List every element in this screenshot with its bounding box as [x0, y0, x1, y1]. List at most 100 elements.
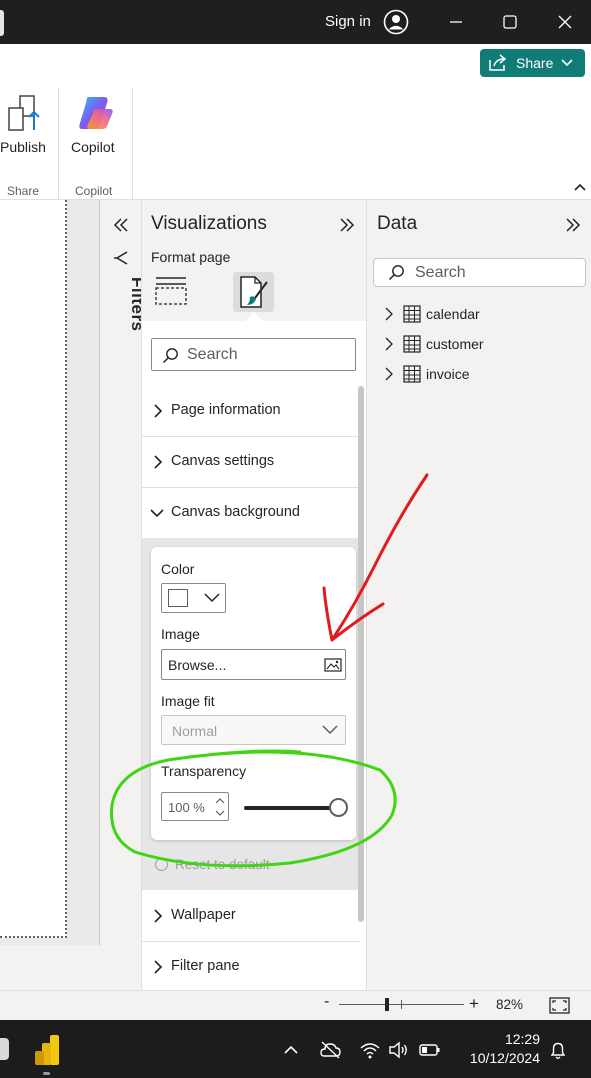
filter-icon: [114, 251, 128, 265]
section-label: Canvas settings: [171, 453, 275, 469]
minimize-icon[interactable]: [441, 8, 471, 36]
format-search-input[interactable]: Search: [151, 338, 356, 371]
copilot-group-label: Copilot: [75, 184, 113, 198]
chevron-right-icon[interactable]: [384, 307, 394, 321]
section-label: Filter pane: [171, 958, 240, 974]
section-filter-pane[interactable]: Filter pane: [142, 942, 360, 993]
table-name: customer: [426, 336, 484, 352]
chevron-up-icon[interactable]: [573, 181, 587, 193]
battery-icon[interactable]: [419, 1040, 441, 1060]
zoom-in-button[interactable]: +: [469, 994, 479, 1014]
share-button[interactable]: Share: [480, 49, 585, 77]
search-placeholder: Search: [415, 264, 466, 281]
table-icon: [403, 365, 421, 383]
expand-filters-icon[interactable]: [112, 216, 130, 234]
section-label: Wallpaper: [171, 907, 236, 923]
section-wallpaper[interactable]: Wallpaper: [142, 891, 360, 942]
paintbrush-page-icon: [240, 276, 268, 308]
app-tab-edge: [0, 10, 4, 36]
taskbar-app-edge[interactable]: [0, 1038, 9, 1060]
chevron-right-icon: [154, 404, 163, 418]
visualizations-title: Visualizations: [151, 213, 267, 234]
close-icon[interactable]: [550, 8, 580, 36]
collapse-data-icon[interactable]: [564, 216, 582, 234]
transparency-slider-thumb[interactable]: [329, 798, 348, 817]
format-pane-scrollbar[interactable]: [358, 386, 364, 922]
clock-date[interactable]: 10/12/2024: [460, 1050, 540, 1066]
section-page-information[interactable]: Page information: [142, 386, 360, 437]
transparency-value: 100 %: [168, 800, 205, 815]
chevron-right-icon: [154, 455, 163, 469]
chevron-right-icon: [154, 960, 163, 974]
chevron-down-icon: [150, 509, 164, 518]
browse-image-button[interactable]: Browse...: [161, 649, 346, 680]
image-fit-label: Image fit: [161, 693, 215, 709]
table-icon: [403, 305, 421, 323]
image-label: Image: [161, 626, 200, 642]
chevron-down-icon: [322, 725, 338, 735]
color-picker-dropdown[interactable]: [161, 583, 226, 613]
volume-icon[interactable]: [388, 1040, 410, 1060]
table-item-calendar[interactable]: calendar: [384, 303, 574, 325]
color-swatch: [168, 589, 188, 607]
reset-to-default[interactable]: Reset to default: [155, 857, 270, 872]
table-item-invoice[interactable]: invoice: [384, 363, 574, 385]
power-bi-icon[interactable]: [33, 1034, 61, 1066]
active-app-indicator: [43, 1072, 50, 1075]
zoom-out-button[interactable]: -: [324, 993, 329, 1011]
sign-in-link[interactable]: Sign in: [325, 13, 371, 30]
fit-to-page-icon[interactable]: [549, 997, 570, 1014]
data-search-input[interactable]: Search: [373, 258, 586, 287]
table-item-customer[interactable]: customer: [384, 333, 574, 355]
publish-button[interactable]: Publish: [0, 139, 46, 155]
image-fit-value: Normal: [172, 723, 218, 739]
section-label: Canvas background: [171, 504, 300, 520]
color-label: Color: [161, 561, 195, 577]
chevron-right-icon[interactable]: [384, 367, 394, 381]
table-name: calendar: [426, 306, 480, 322]
transparency-slider-track[interactable]: [244, 806, 338, 810]
collapse-visualizations-icon[interactable]: [338, 216, 356, 234]
copilot-button[interactable]: Copilot: [71, 139, 115, 155]
zoom-slider-tick: [401, 1000, 402, 1009]
tab-indicator: [245, 312, 263, 321]
image-fit-dropdown[interactable]: Normal: [161, 715, 346, 745]
spinner-arrows-icon[interactable]: [215, 795, 225, 819]
clock-time[interactable]: 12:29: [500, 1031, 540, 1047]
browse-label: Browse...: [168, 657, 227, 673]
section-canvas-settings[interactable]: Canvas settings: [142, 437, 360, 488]
cloud-off-icon[interactable]: [319, 1040, 341, 1060]
format-page-tab[interactable]: [233, 272, 274, 312]
reset-label: Reset to default: [175, 857, 270, 872]
share-icon: [489, 54, 507, 71]
data-title: Data: [377, 213, 418, 234]
report-page[interactable]: [0, 200, 67, 938]
ribbon-separator: [58, 88, 59, 200]
section-canvas-background[interactable]: Canvas background: [142, 488, 360, 539]
table-name: invoice: [426, 366, 470, 382]
chevron-up-icon[interactable]: [283, 1040, 299, 1060]
chevron-down-icon: [204, 593, 220, 603]
chevron-down-icon: [561, 59, 573, 67]
share-button-label: Share: [516, 55, 554, 71]
ribbon-separator: [132, 88, 133, 200]
wifi-icon[interactable]: [359, 1040, 381, 1060]
table-icon: [403, 335, 421, 353]
chevron-right-icon[interactable]: [384, 337, 394, 351]
section-label: Page information: [171, 402, 281, 418]
zoom-slider-thumb[interactable]: [385, 998, 389, 1011]
maximize-icon[interactable]: [495, 8, 525, 36]
transparency-label: Transparency: [161, 763, 247, 779]
zoom-level: 82%: [496, 997, 524, 1012]
share-group-label: Share: [7, 184, 40, 198]
transparency-input[interactable]: 100 %: [161, 792, 229, 821]
copilot-icon[interactable]: [76, 95, 116, 131]
title-bar: Sign in: [0, 0, 591, 44]
build-visual-icon[interactable]: [154, 276, 188, 308]
notification-bell-icon[interactable]: [548, 1040, 568, 1060]
search-icon: [162, 348, 178, 364]
user-account-icon[interactable]: [383, 9, 409, 35]
chevron-right-icon: [154, 909, 163, 923]
publish-icon[interactable]: [6, 94, 46, 134]
reset-icon: [155, 858, 168, 871]
